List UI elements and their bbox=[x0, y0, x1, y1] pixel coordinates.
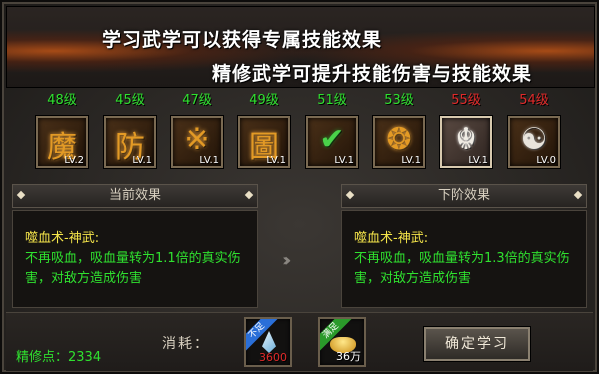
skill-level-req: 55级 bbox=[451, 93, 481, 108]
refine-points-label: 精修点： bbox=[16, 350, 69, 365]
skill-slot-5[interactable]: 51级 ✔ LV.1 bbox=[304, 92, 360, 168]
skill-slot-8[interactable]: 54级 ☯ LV.0 bbox=[506, 92, 562, 168]
current-effect-body: 不再吸血，吸血量转为1.1倍的真实伤害，对敌方造成伤害 bbox=[25, 251, 241, 286]
skill-level-req: 54级 bbox=[519, 93, 549, 108]
skill-rank: LV.1 bbox=[266, 155, 286, 166]
next-effect-box: 噬血术-神武: 不再吸血，吸血量转为1.3倍的真实伤害，对敌方造成伤害 bbox=[341, 210, 587, 308]
cost-amount: 3600 bbox=[259, 351, 287, 364]
skill-rank: LV.1 bbox=[199, 155, 219, 166]
skill-slot-3[interactable]: 47级 ※ LV.1 bbox=[169, 92, 225, 168]
arrow-right-icon: ››› bbox=[282, 250, 291, 271]
skill-icon-frame[interactable]: ☯ LV.0 bbox=[508, 116, 560, 168]
refine-points-value: 2334 bbox=[68, 350, 102, 365]
demon-icon: ☬ bbox=[455, 122, 477, 157]
skill-icon-frame[interactable]: ✔ LV.1 bbox=[306, 116, 358, 168]
current-effect-header-label: 当前效果 bbox=[108, 188, 161, 203]
cost-label: 消耗： bbox=[162, 336, 210, 352]
skill-icon-frame[interactable]: 防 LV.1 bbox=[104, 116, 156, 168]
current-effect-title: 噬血术-神武: bbox=[25, 231, 100, 246]
skill-rank: LV.1 bbox=[334, 155, 354, 166]
confirm-learn-button[interactable]: 确定学习 bbox=[424, 327, 530, 361]
skill-rank: LV.0 bbox=[536, 155, 556, 166]
skill-level-req: 47级 bbox=[182, 93, 212, 108]
skill-icon-frame[interactable]: ※ LV.1 bbox=[171, 116, 223, 168]
skill-level-req: 45级 bbox=[115, 93, 145, 108]
banner-line-2: 精修武学可提升技能伤害与技能效果 bbox=[212, 63, 533, 85]
next-effect-title: 噬血术-神武: bbox=[354, 231, 429, 246]
aura-icon: ❂ bbox=[386, 122, 412, 157]
skill-rank: LV.2 bbox=[64, 155, 84, 166]
skill-level-req: 48级 bbox=[47, 93, 77, 108]
skill-rank: LV.1 bbox=[132, 155, 152, 166]
skill-refine-panel: 学习武学可以获得专属技能效果 精修武学可提升技能伤害与技能效果 48级 魔 LV… bbox=[0, 0, 599, 374]
skill-level-req: 49级 bbox=[249, 93, 279, 108]
skill-level-req: 53级 bbox=[384, 93, 414, 108]
skill-slot-7-selected[interactable]: 55级 ☬ LV.1 bbox=[438, 92, 494, 168]
skill-icon-frame[interactable]: ☬ LV.1 bbox=[440, 116, 492, 168]
skill-list: 48级 魔 LV.2 45级 防 LV.1 47级 ※ LV.1 49级 圖 L… bbox=[0, 92, 599, 182]
skill-level-req: 51级 bbox=[317, 93, 347, 108]
cost-amount: 36万 bbox=[336, 350, 361, 363]
skill-rank: LV.1 bbox=[401, 155, 421, 166]
next-effect-header-label: 下阶效果 bbox=[437, 188, 490, 203]
current-effect-header: 当前效果 bbox=[12, 184, 258, 208]
skill-rank: LV.1 bbox=[468, 155, 488, 166]
next-effect-body: 不再吸血，吸血量转为1.3倍的真实伤害，对敌方造成伤害 bbox=[354, 251, 570, 286]
skill-icon-frame[interactable]: 圖 LV.1 bbox=[238, 116, 290, 168]
skill-icon-frame[interactable]: 魔 LV.2 bbox=[36, 116, 88, 168]
skill-slot-1[interactable]: 48级 魔 LV.2 bbox=[34, 92, 90, 168]
skill-slot-2[interactable]: 45级 防 LV.1 bbox=[102, 92, 158, 168]
cost-item-crystal[interactable]: 不足 3600 bbox=[244, 317, 292, 367]
refine-points: 精修点：2334 bbox=[16, 346, 101, 365]
next-effect-header: 下阶效果 bbox=[341, 184, 587, 208]
check-icon: ✔ bbox=[319, 122, 345, 157]
skill-icon-frame[interactable]: ❂ LV.1 bbox=[373, 116, 425, 168]
flame-rune-icon: ※ bbox=[184, 122, 210, 157]
cost-item-gold[interactable]: 满足 36万 bbox=[318, 317, 366, 367]
banner-line-1: 学习武学可以获得专属技能效果 bbox=[102, 29, 383, 51]
skill-slot-6[interactable]: 53级 ❂ LV.1 bbox=[371, 92, 427, 168]
yin-yang-icon: ☯ bbox=[520, 122, 548, 157]
current-effect-box: 噬血术-神武: 不再吸血，吸血量转为1.1倍的真实伤害，对敌方造成伤害 bbox=[12, 210, 258, 308]
footer-bar: 精修点：2334 消耗： 不足 3600 满足 36万 确定学习 bbox=[6, 312, 593, 371]
crystal-icon bbox=[262, 331, 276, 353]
skill-slot-4[interactable]: 49级 圖 LV.1 bbox=[236, 92, 292, 168]
banner: 学习武学可以获得专属技能效果 精修武学可提升技能伤害与技能效果 bbox=[6, 6, 595, 88]
